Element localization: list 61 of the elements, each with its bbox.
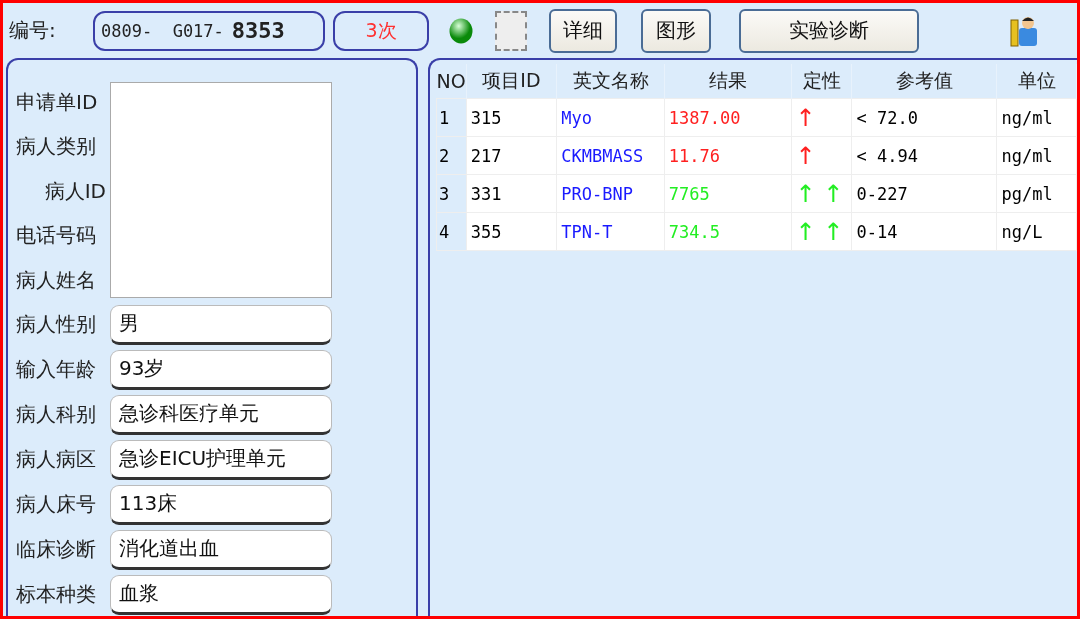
toolbar-button[interactable]: 图形 <box>641 8 711 53</box>
field-label: 病人性别 <box>16 311 97 339</box>
table-cell: ↑ ↑ <box>791 174 852 213</box>
column-header[interactable]: 项目ID <box>466 64 557 99</box>
column-header[interactable]: 单位 <box>997 64 1077 99</box>
table-cell: Myo <box>556 98 665 137</box>
text-field[interactable]: 93岁 <box>110 349 332 390</box>
table-cell: < 4.94 <box>852 136 997 175</box>
table-cell: 1387.00 <box>664 98 792 137</box>
column-header[interactable]: NO <box>436 64 467 99</box>
table-cell: 11.76 <box>664 136 792 175</box>
column-header[interactable]: 参考值 <box>852 64 997 99</box>
table-cell: 315 <box>466 98 557 137</box>
table-cell: 0-14 <box>852 212 997 251</box>
field-label: 病人科别 <box>16 401 97 429</box>
text-field[interactable]: 113床 <box>110 484 332 525</box>
table-cell: 0-227 <box>852 174 997 213</box>
table-cell: PRO-BNP <box>556 174 665 213</box>
table-cell: ng/L <box>997 212 1077 251</box>
number-label: 编号: <box>9 17 57 44</box>
field-label: 病人姓名 <box>16 266 97 294</box>
table-cell: ↑ ↑ <box>791 212 852 251</box>
text-field[interactable]: 急诊科医疗单元 <box>110 394 332 435</box>
text-field[interactable]: 男 <box>110 304 332 345</box>
table-cell: < 72.0 <box>852 98 997 137</box>
field-label: 临床诊断 <box>16 536 97 564</box>
table-cell: 734.5 <box>664 212 792 251</box>
field-label: 病人病区 <box>16 446 97 474</box>
number-field[interactable]: 0809- G017- 8353 <box>93 10 325 51</box>
table-cell: ng/ml <box>997 98 1077 137</box>
toolbar-button[interactable]: 实验诊断 <box>739 8 919 53</box>
table-cell: 3 <box>436 174 467 213</box>
table-cell: 2 <box>436 136 467 175</box>
toolbar-button[interactable]: 详细 <box>549 8 617 53</box>
column-header[interactable]: 英文名称 <box>556 64 665 99</box>
field-label: 标本种类 <box>16 581 97 609</box>
field-label: 病人ID <box>43 177 106 205</box>
table-cell: 7765 <box>664 174 792 213</box>
table-cell: 4 <box>436 212 467 251</box>
table-cell: TPN-T <box>556 212 665 251</box>
count-field: 3次 <box>333 10 429 51</box>
text-field[interactable]: 消化道出血 <box>110 529 332 570</box>
field-label: 申请单ID <box>16 88 99 116</box>
table-cell: ↑ <box>791 136 852 175</box>
table-cell: ng/ml <box>997 136 1077 175</box>
table-cell: 355 <box>466 212 557 251</box>
table-cell: pg/ml <box>997 174 1077 213</box>
column-header[interactable]: 结果 <box>664 64 792 99</box>
table-cell: 331 <box>466 174 557 213</box>
table-cell: 1 <box>436 98 467 137</box>
empty-slot <box>495 10 527 51</box>
column-header[interactable]: 定性 <box>791 64 852 99</box>
table-cell: CKMBMASS <box>556 136 665 175</box>
field-label: 病人床号 <box>16 491 97 519</box>
field-label: 病人类别 <box>16 133 97 161</box>
field-label: 输入年龄 <box>16 356 97 384</box>
field-label: 电话号码 <box>16 222 97 250</box>
text-field[interactable]: 血浆 <box>110 574 332 615</box>
table-cell: ↑ <box>791 98 852 137</box>
text-field[interactable]: 急诊EICU护理单元 <box>110 439 332 480</box>
table-cell: 217 <box>466 136 557 175</box>
